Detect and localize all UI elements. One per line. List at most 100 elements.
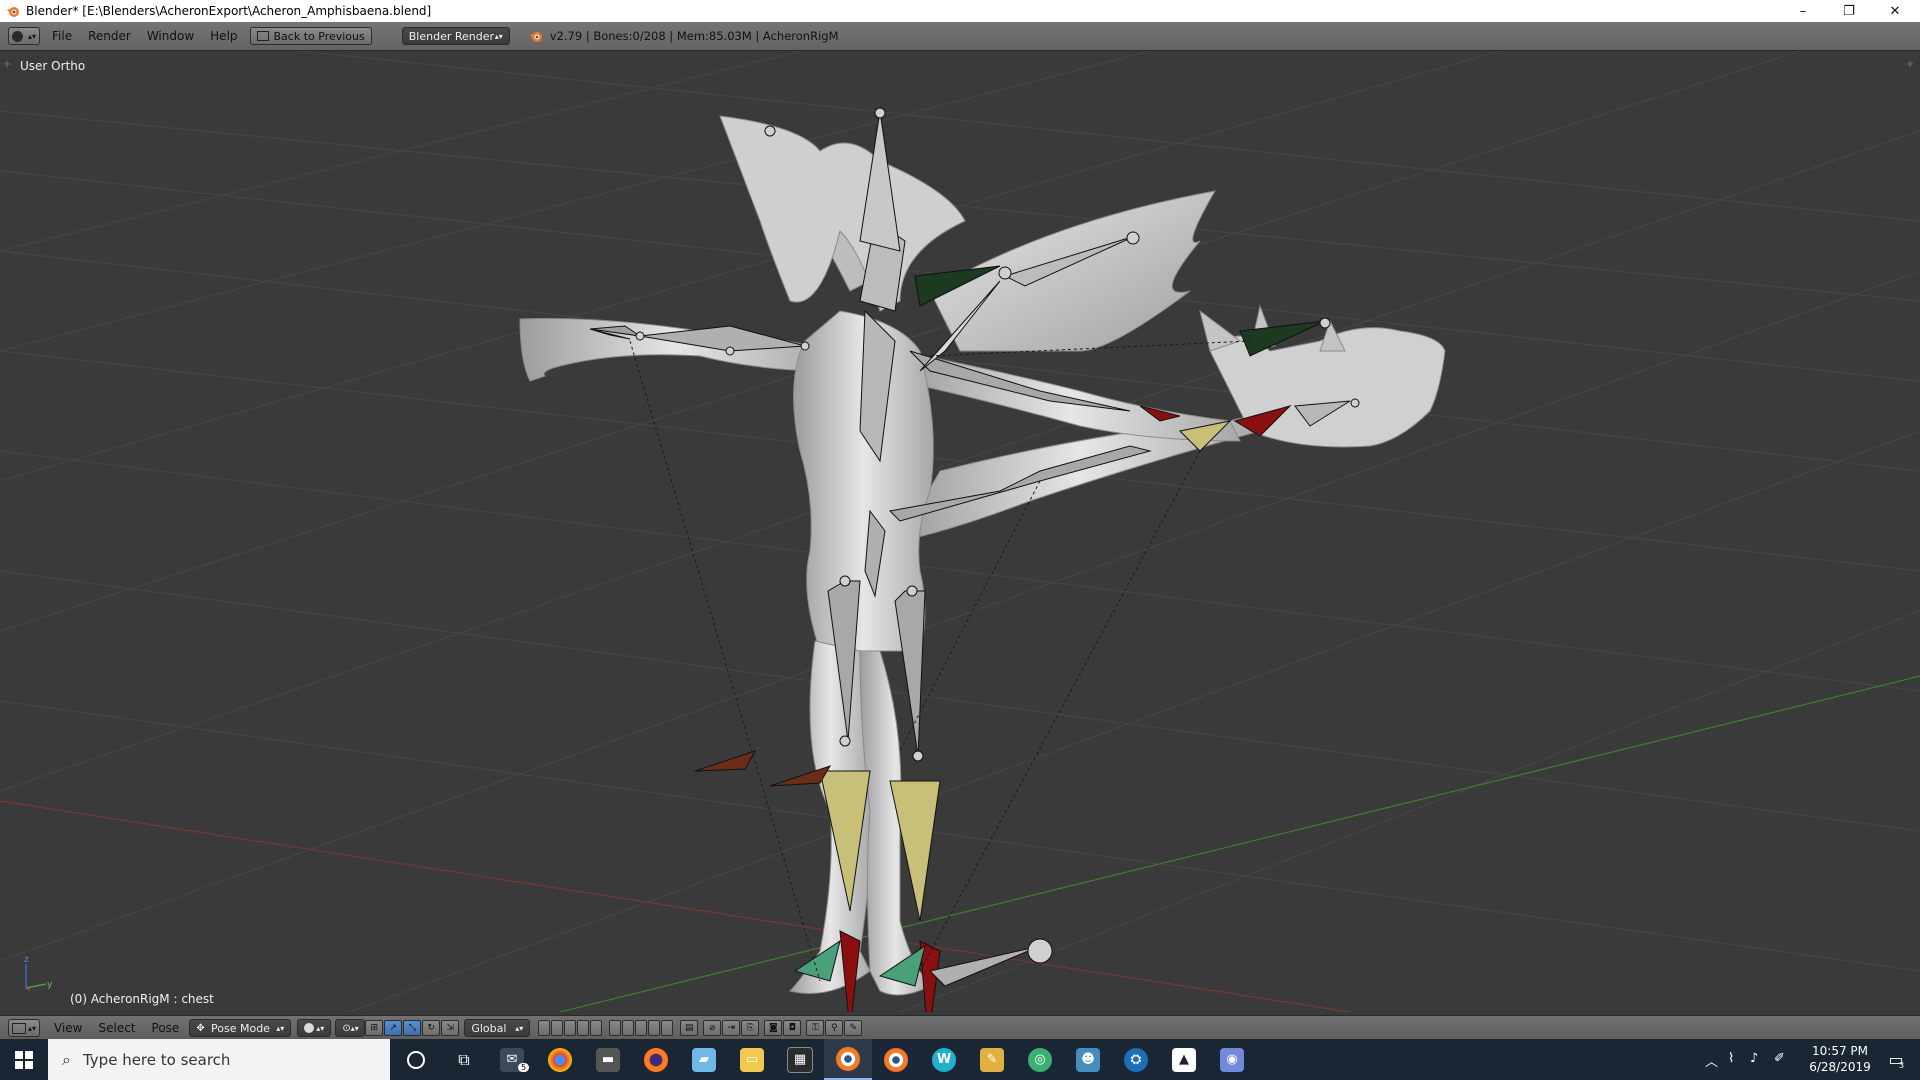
pose-library-icon[interactable]: ⌀ — [703, 1020, 722, 1036]
pivot-point-dropdown[interactable]: ⊙ ▴▾ — [335, 1019, 366, 1037]
mode-dropdown[interactable]: ✥ Pose Mode ▴▾ — [189, 1019, 292, 1037]
chevron-updown-icon: ▴▾ — [515, 1023, 524, 1033]
translate-manipulator-icon[interactable]: ↗ — [384, 1020, 403, 1036]
start-button[interactable] — [0, 1039, 48, 1080]
blender-icon — [836, 1046, 860, 1071]
close-button[interactable]: ✕ — [1872, 0, 1918, 22]
layer-button[interactable] — [564, 1020, 577, 1036]
editor-type-selector[interactable]: ▴▾ — [8, 1019, 40, 1037]
menu-render[interactable]: Render — [88, 29, 131, 43]
taskbar-chrome-app[interactable] — [536, 1039, 584, 1080]
taskbar-firefox-app[interactable] — [632, 1039, 680, 1080]
x-axis-line — [0, 800, 1351, 1012]
menu-view[interactable]: View — [54, 1021, 82, 1035]
action-center-button[interactable]: ▭ 3 — [1872, 1039, 1920, 1080]
bone-knee-target-r — [694, 750, 757, 772]
character-mesh[interactable] — [519, 115, 1446, 996]
keying-set-icon[interactable]: ⚿ — [806, 1020, 825, 1036]
taskbar-app-3[interactable]: ▬ — [584, 1039, 632, 1080]
transform-orientation-dropdown[interactable]: Global ▴▾ — [464, 1019, 531, 1037]
y-axis-label: y — [47, 980, 53, 990]
editor-type-selector[interactable]: ▴▾ — [8, 27, 40, 45]
menu-help[interactable]: Help — [210, 29, 237, 43]
manipulator-toggle-icon[interactable]: ⊞ — [365, 1020, 384, 1036]
taskbar-blender-app[interactable] — [824, 1039, 872, 1080]
scale-manipulator-icon[interactable]: ⇲ — [441, 1020, 460, 1036]
taskbar-app-steam[interactable]: ⛭ — [1112, 1039, 1160, 1080]
rotate-manipulator-icon[interactable]: ↻ — [422, 1020, 441, 1036]
taskbar-photos-app[interactable]: ▲ — [1160, 1039, 1208, 1080]
restore-button[interactable]: ❐ — [1826, 0, 1872, 22]
info-header: ▴▾ File Render Window Help Back to Previ… — [0, 22, 1920, 51]
render-preview-icon[interactable]: ◙ — [764, 1020, 783, 1036]
area-split-icon[interactable]: + — [3, 59, 11, 70]
blender-logo-icon — [529, 32, 542, 42]
firefox-icon — [644, 1047, 668, 1072]
pen-workspace-icon[interactable]: ✐ — [1774, 1051, 1785, 1066]
minimize-icon: – — [1799, 3, 1807, 19]
folder-icon: ▭ — [740, 1047, 764, 1072]
scene-stats: v2.79 | Bones:0/208 | Mem:85.03M | Acher… — [549, 29, 839, 43]
taskbar-mail-app[interactable]: ✉ 5 — [488, 1039, 536, 1080]
chevron-updown-icon: ▴▾ — [27, 1023, 36, 1033]
taskbar-discord-app[interactable]: ◉ — [1208, 1039, 1256, 1080]
taskbar-app-w[interactable]: W — [920, 1039, 968, 1080]
chevron-updown-icon: ▴▾ — [350, 1023, 359, 1033]
search-icon: ⌕ — [62, 1049, 71, 1069]
area-split-icon[interactable]: + — [1906, 59, 1914, 70]
render-engine-dropdown[interactable]: Blender Render ▴▾ — [401, 27, 510, 45]
move-manipulator-icon[interactable]: ⤡ — [403, 1020, 422, 1036]
delete-keyframe-icon[interactable]: ✎ — [844, 1020, 863, 1036]
render-animation-icon[interactable]: ◘ — [783, 1020, 802, 1036]
app-icon: ▬ — [596, 1047, 620, 1072]
layer-button[interactable] — [590, 1020, 603, 1036]
restore-icon: ❐ — [1843, 3, 1855, 19]
taskbar-notepad-app[interactable]: ▰ — [680, 1039, 728, 1080]
volume-icon[interactable]: ♪ — [1750, 1051, 1758, 1066]
viewport-shading-dropdown[interactable]: ▴▾ — [297, 1019, 332, 1037]
layer-button[interactable] — [648, 1020, 661, 1036]
layer-button[interactable] — [609, 1020, 622, 1036]
copy-pose-icon[interactable]: ⎘ — [741, 1020, 760, 1036]
task-view-button[interactable]: ⧉ — [440, 1039, 488, 1080]
minimize-button[interactable]: – — [1780, 0, 1826, 22]
insert-keyframe-icon[interactable]: ⚲ — [825, 1020, 844, 1036]
search-placeholder: Type here to search — [82, 1050, 231, 1069]
lock-layers-icon[interactable]: ▤ — [680, 1020, 699, 1036]
layer-buttons-group-1 — [538, 1020, 603, 1036]
screen-back-icon — [256, 31, 269, 41]
show-hidden-icons-icon[interactable]: ︿ — [1705, 1051, 1718, 1070]
taskbar-search-box[interactable]: ⌕ Type here to search — [48, 1039, 390, 1080]
layer-button[interactable] — [577, 1020, 590, 1036]
render-engine-label: Blender Render — [408, 29, 495, 43]
network-icon[interactable]: ⌇ — [1728, 1051, 1734, 1066]
system-clock[interactable]: 10:57 PM 6/28/2019 — [1800, 1043, 1880, 1075]
layer-button[interactable] — [538, 1020, 551, 1036]
taskbar-blender-app-2[interactable] — [872, 1039, 920, 1080]
menu-select[interactable]: Select — [98, 1021, 135, 1035]
menu-window[interactable]: Window — [147, 29, 194, 43]
godot-icon: ☻ — [1076, 1047, 1100, 1072]
menu-pose[interactable]: Pose — [152, 1021, 180, 1035]
taskbar-app-pen[interactable]: ✎ — [968, 1039, 1016, 1080]
notification-count: 3 — [1899, 1061, 1905, 1070]
taskbar-app-green[interactable]: ◎ — [1016, 1039, 1064, 1080]
clock-time: 10:57 PM — [1812, 1044, 1868, 1058]
taskbar-calculator-app[interactable]: ▦ — [776, 1039, 824, 1080]
layer-button[interactable] — [635, 1020, 648, 1036]
cortana-button[interactable] — [392, 1039, 440, 1080]
menu-file[interactable]: File — [52, 29, 72, 43]
layer-button[interactable] — [661, 1020, 674, 1036]
taskbar-explorer-app[interactable]: ▭ — [728, 1039, 776, 1080]
mail-badge: 5 — [518, 1063, 530, 1072]
notepad-icon: ▰ — [692, 1047, 716, 1072]
clock-date: 6/28/2019 — [1809, 1060, 1871, 1074]
taskbar-app-godot[interactable]: ☻ — [1064, 1039, 1112, 1080]
viewport-canvas[interactable] — [0, 51, 1920, 1012]
layer-button[interactable] — [622, 1020, 635, 1036]
layer-button[interactable] — [551, 1020, 564, 1036]
auto-ik-icon[interactable]: ⇥ — [722, 1020, 741, 1036]
back-to-previous-button[interactable]: Back to Previous — [249, 27, 372, 45]
3d-viewport[interactable]: User Ortho (0) AcheronRigM : chest + + z… — [0, 51, 1920, 1012]
w-app-icon: W — [932, 1047, 956, 1072]
